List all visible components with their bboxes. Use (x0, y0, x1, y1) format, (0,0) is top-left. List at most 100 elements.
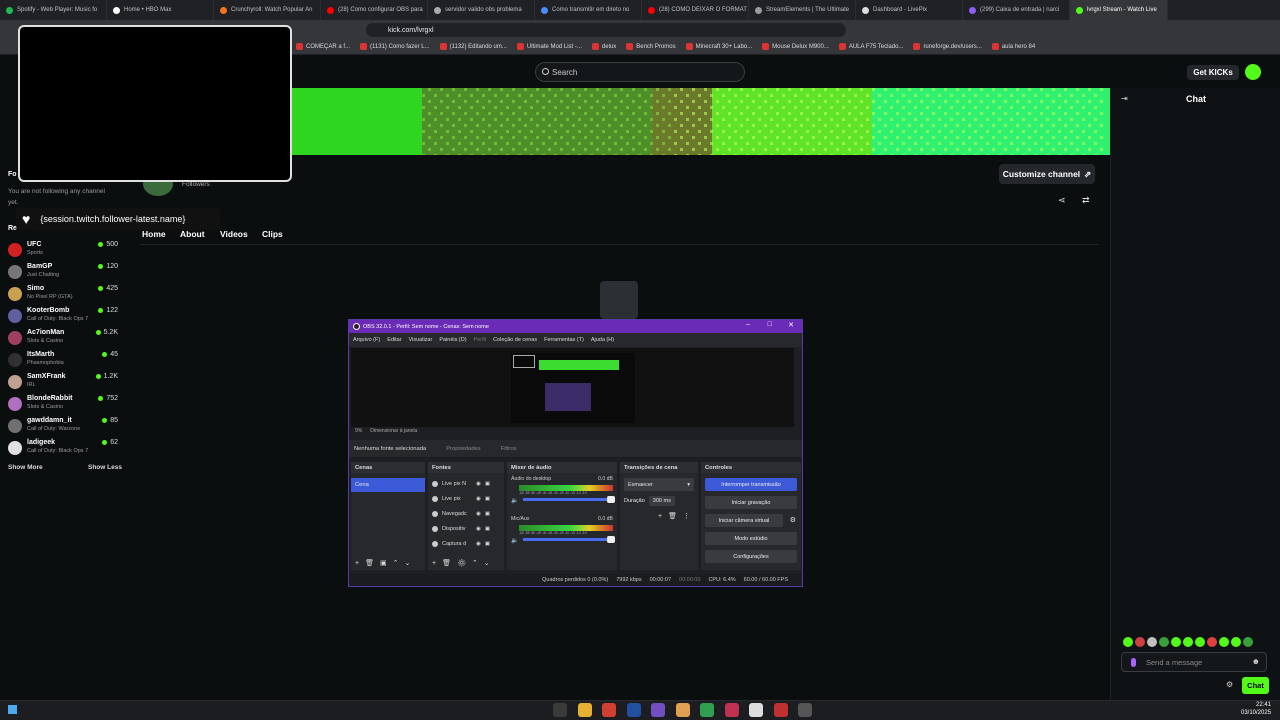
system-clock[interactable]: 22:41 03/10/2025 (1241, 701, 1271, 717)
source-item[interactable]: Navegadc ◉ ▣ (428, 506, 504, 521)
settings-button[interactable]: Configurações (705, 550, 797, 563)
sidebar-channel[interactable]: UFC Sports 500 (8, 240, 122, 262)
lock-icon[interactable]: ▣ (485, 526, 490, 532)
sidebar-channel[interactable]: BamGP Just Chatting 120 (8, 262, 122, 284)
browser-tab[interactable]: Home • HBO Max (107, 0, 214, 20)
bookmark-item[interactable]: COMEÇAR a f... (296, 43, 350, 50)
filters-button[interactable]: Filtros (501, 446, 517, 452)
emote-icon[interactable] (1207, 637, 1217, 647)
scene-controls[interactable]: +🗑▣⌃⌄ (355, 559, 416, 567)
obs-menu-item[interactable]: Coleção de cenas (493, 337, 537, 343)
obs-preview[interactable] (351, 348, 794, 427)
windows-start-icon[interactable] (8, 705, 17, 714)
share-icon[interactable]: ⋖ (1058, 195, 1066, 206)
source-controls[interactable]: +🗑⚙⌃⌄ (432, 559, 496, 567)
emote-icon[interactable] (1147, 637, 1157, 647)
volume-handle[interactable] (607, 536, 615, 543)
scene-item[interactable]: Cena (351, 478, 425, 492)
lock-icon[interactable]: ▣ (485, 541, 490, 547)
obs-menu-item[interactable]: Perfil (474, 337, 487, 343)
obs-menu-item[interactable]: Painéis (D) (439, 337, 466, 343)
bookmark-item[interactable]: Mouse Delux M900... (762, 43, 829, 50)
bookmark-item[interactable]: Bench Promos (626, 43, 676, 50)
search-input[interactable]: Search (535, 62, 745, 82)
emote-icon[interactable] (1231, 637, 1241, 647)
studio-mode-button[interactable]: Modo estúdio (705, 532, 797, 545)
emote-icon[interactable] (1159, 637, 1169, 647)
sidebar-channel[interactable]: KooterBomb Call of Duty: Black Ops 7 122 (8, 306, 122, 328)
browser-tab[interactable]: Dashboard - LivePix (856, 0, 963, 20)
duration-input[interactable]: 300 ms (648, 496, 675, 506)
sidebar-channel[interactable]: ItsMarth Phasmophobia 45 (8, 350, 122, 372)
volume-handle[interactable] (607, 496, 615, 503)
taskbar-app-icon[interactable] (602, 703, 616, 717)
taskbar-app-icon[interactable] (577, 703, 592, 717)
get-kicks-button[interactable]: Get KICKs (1187, 65, 1239, 80)
close-icon[interactable]: ✕ (788, 321, 794, 329)
bookmark-item[interactable]: (1132) Editando um... (439, 43, 507, 50)
obs-menu-item[interactable]: Ajuda (H) (591, 337, 614, 343)
eye-icon[interactable]: ◉ (476, 526, 481, 532)
maximize-icon[interactable]: □ (768, 321, 772, 328)
source-item[interactable]: Live pix ◉ ▣ (428, 491, 504, 506)
lock-icon[interactable]: ▣ (485, 481, 490, 487)
chat-input[interactable]: Send a message ☻ (1121, 652, 1267, 672)
eye-icon[interactable]: ◉ (476, 496, 481, 502)
source-item[interactable]: Dispositiv ◉ ▣ (428, 521, 504, 536)
browser-tab[interactable]: servidor valido obs problema (428, 0, 535, 20)
tab-about[interactable]: About (180, 229, 205, 239)
taskbar-app-icon[interactable] (773, 703, 788, 717)
bookmark-item[interactable]: (1131) Como fazer L... (360, 43, 430, 50)
taskbar-app-icon[interactable] (724, 703, 739, 717)
show-less-button[interactable]: Show Less (88, 464, 122, 471)
start-virtual-camera-button[interactable]: Iniciar câmera virtual (705, 514, 783, 527)
bookmark-item[interactable]: Minecraft 30+ Labo... (685, 43, 752, 50)
tab-videos[interactable]: Videos (220, 229, 248, 239)
bookmark-item[interactable]: Ultimate Mod List -... (516, 43, 582, 50)
lock-icon[interactable]: ▣ (485, 511, 490, 517)
sidebar-channel[interactable]: SamXFrank IRL 1.2K (8, 372, 122, 394)
bookmark-item[interactable]: aula hero 84 (991, 43, 1035, 50)
volume-slider[interactable] (523, 536, 615, 543)
stop-streaming-button[interactable]: Interromper transmissão (705, 478, 797, 491)
customize-channel-button[interactable]: Customize channel ⇗ (999, 164, 1095, 184)
obs-menu-item[interactable]: Ferramentas (T) (544, 337, 584, 343)
transition-select[interactable]: Esmaecer ▾ (624, 478, 694, 491)
emote-icon[interactable] (1195, 637, 1205, 647)
taskbar-app-icon[interactable] (749, 703, 763, 717)
collapse-chat-icon[interactable]: ⇥ (1121, 94, 1128, 103)
show-more-button[interactable]: Show More (8, 464, 43, 471)
browser-tab[interactable]: Crunchyroll: Watch Popular An (214, 0, 321, 20)
taskbar-app-icon[interactable] (626, 703, 641, 717)
emote-icon[interactable] (1183, 637, 1193, 647)
chat-settings-icon[interactable]: ⚙ (1226, 680, 1233, 689)
taskbar-app-icon[interactable] (553, 703, 567, 717)
user-avatar[interactable] (1245, 64, 1261, 80)
properties-button[interactable]: Propriedades (446, 446, 480, 452)
eye-icon[interactable]: ◉ (476, 481, 481, 487)
volume-slider[interactable] (523, 496, 615, 503)
emoji-icon[interactable]: ☻ (1252, 657, 1260, 666)
emote-icon[interactable] (1243, 637, 1253, 647)
address-bar[interactable]: kick.com/lvrgxl (366, 23, 846, 37)
taskbar-app-icon[interactable] (700, 703, 714, 717)
settings-sliders-icon[interactable]: ⇄ (1082, 195, 1090, 206)
obs-menu-item[interactable]: Editar (387, 337, 401, 343)
zoom-value[interactable]: 9% (355, 428, 362, 434)
source-item[interactable]: Live pix N ◉ ▣ (428, 476, 504, 491)
sidebar-channel[interactable]: gawddamn_it Call of Duty: Warzone 85 (8, 416, 122, 438)
sidebar-channel[interactable]: Simo No Pixel RP (GTA) 425 (8, 284, 122, 306)
bookmark-item[interactable]: delux (591, 43, 616, 50)
taskbar-app-icon[interactable] (651, 703, 665, 717)
sidebar-channel[interactable]: ladigeek Call of Duty: Black Ops 7 62 (8, 438, 122, 460)
obs-menu-item[interactable]: Visualizar (409, 337, 433, 343)
eye-icon[interactable]: ◉ (476, 541, 481, 547)
virtual-camera-gear-icon[interactable]: ⚙ (790, 516, 796, 524)
emote-icon[interactable] (1171, 637, 1181, 647)
start-recording-button[interactable]: Iniciar gravação (705, 496, 797, 509)
resize-to-window[interactable]: Dimensionar à janela (370, 428, 417, 434)
transition-controls[interactable]: +🗑⋮ (658, 512, 698, 520)
browser-tab[interactable]: Como transmitir em direto no (535, 0, 642, 20)
sidebar-channel[interactable]: BlondeRabbit Slots & Casino 752 (8, 394, 122, 416)
browser-tab[interactable]: Spotify - Web Player: Music fo (0, 0, 107, 20)
